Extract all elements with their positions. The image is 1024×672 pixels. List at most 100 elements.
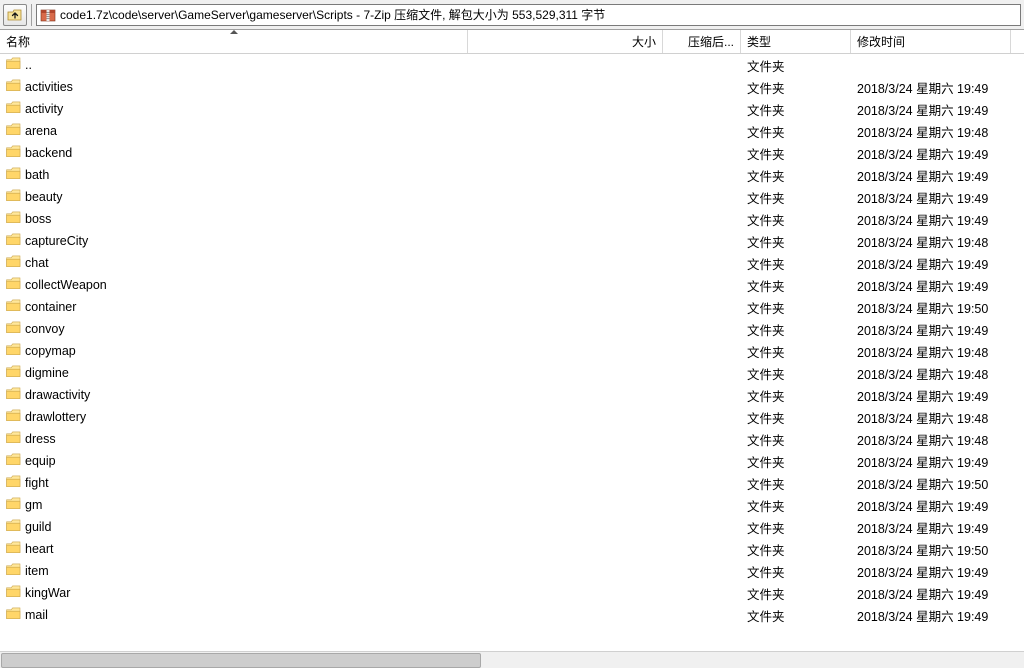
list-item[interactable]: drawlottery 文件夹2018/3/24 星期六 19:48 xyxy=(0,406,1024,428)
list-item[interactable]: backend文件夹2018/3/24 星期六 19:49 xyxy=(0,142,1024,164)
list-item[interactable]: ..文件夹 xyxy=(0,54,1024,76)
list-item[interactable]: activities 文件夹2018/3/24 星期六 19:49 xyxy=(0,76,1024,98)
cell-type: 文件夹 xyxy=(741,254,851,273)
toolbar: code1.7z\code\server\GameServer\gameserv… xyxy=(0,0,1024,30)
list-item[interactable]: equip文件夹2018/3/24 星期六 19:49 xyxy=(0,450,1024,472)
cell-type: 文件夹 xyxy=(741,298,851,317)
cell-name: item xyxy=(0,563,468,579)
file-name: equip xyxy=(25,454,56,468)
cell-type: 文件夹 xyxy=(741,342,851,361)
cell-date: 2018/3/24 星期六 19:49 xyxy=(851,188,1011,207)
file-name: beauty xyxy=(25,190,63,204)
list-item[interactable]: gm文件夹2018/3/24 星期六 19:49 xyxy=(0,494,1024,516)
cell-date: 2018/3/24 星期六 19:49 xyxy=(851,254,1011,273)
list-item[interactable]: mail文件夹2018/3/24 星期六 19:49 xyxy=(0,604,1024,626)
cell-date: 2018/3/24 星期六 19:49 xyxy=(851,100,1011,119)
horizontal-scrollbar[interactable] xyxy=(0,651,1024,668)
up-button[interactable] xyxy=(3,4,27,26)
list-item[interactable]: convoy 文件夹2018/3/24 星期六 19:49 xyxy=(0,318,1024,340)
cell-name: dress xyxy=(0,431,468,447)
list-item[interactable]: bath文件夹2018/3/24 星期六 19:49 xyxy=(0,164,1024,186)
list-item[interactable]: beauty 文件夹2018/3/24 星期六 19:49 xyxy=(0,186,1024,208)
cell-type: 文件夹 xyxy=(741,452,851,471)
folder-icon xyxy=(6,563,21,579)
cell-date: 2018/3/24 星期六 19:48 xyxy=(851,408,1011,427)
toolbar-divider xyxy=(31,4,32,26)
file-name: chat xyxy=(25,256,49,270)
cell-name: copymap xyxy=(0,343,468,359)
file-name: captureCity xyxy=(25,234,88,248)
list-item[interactable]: boss文件夹2018/3/24 星期六 19:49 xyxy=(0,208,1024,230)
cell-date: 2018/3/24 星期六 19:49 xyxy=(851,210,1011,229)
folder-icon xyxy=(6,497,21,513)
file-name: fight xyxy=(25,476,49,490)
column-header-type[interactable]: 类型 xyxy=(741,30,851,53)
file-name: copymap xyxy=(25,344,76,358)
file-name: drawactivity xyxy=(25,388,90,402)
folder-icon xyxy=(6,101,21,117)
cell-type: 文件夹 xyxy=(741,408,851,427)
file-name: item xyxy=(25,564,49,578)
list-item[interactable]: container文件夹2018/3/24 星期六 19:50 xyxy=(0,296,1024,318)
file-name: boss xyxy=(25,212,51,226)
cell-name: convoy xyxy=(0,321,468,337)
cell-date: 2018/3/24 星期六 19:48 xyxy=(851,342,1011,361)
folder-icon xyxy=(6,57,21,73)
list-item[interactable]: item文件夹2018/3/24 星期六 19:49 xyxy=(0,560,1024,582)
cell-type: 文件夹 xyxy=(741,78,851,97)
list-item[interactable]: heart文件夹2018/3/24 星期六 19:50 xyxy=(0,538,1024,560)
cell-type: 文件夹 xyxy=(741,188,851,207)
cell-name: bath xyxy=(0,167,468,183)
cell-date: 2018/3/24 星期六 19:49 xyxy=(851,584,1011,603)
list-item[interactable]: fight文件夹2018/3/24 星期六 19:50 xyxy=(0,472,1024,494)
list-item[interactable]: digmine文件夹2018/3/24 星期六 19:48 xyxy=(0,362,1024,384)
list-item[interactable]: guild文件夹2018/3/24 星期六 19:49 xyxy=(0,516,1024,538)
folder-icon xyxy=(6,365,21,381)
cell-name: container xyxy=(0,299,468,315)
list-item[interactable]: captureCity文件夹2018/3/24 星期六 19:48 xyxy=(0,230,1024,252)
list-item[interactable]: chat 文件夹2018/3/24 星期六 19:49 xyxy=(0,252,1024,274)
list-item[interactable]: collectWeapon文件夹2018/3/24 星期六 19:49 xyxy=(0,274,1024,296)
file-name: guild xyxy=(25,520,51,534)
cell-type: 文件夹 xyxy=(741,364,851,383)
cell-date: 2018/3/24 星期六 19:49 xyxy=(851,320,1011,339)
column-header-packed[interactable]: 压缩后... xyxy=(663,30,741,53)
folder-icon xyxy=(6,211,21,227)
file-name: mail xyxy=(25,608,48,622)
cell-name: activities xyxy=(0,79,468,95)
cell-date: 2018/3/24 星期六 19:49 xyxy=(851,276,1011,295)
list-item[interactable]: drawactivity文件夹2018/3/24 星期六 19:49 xyxy=(0,384,1024,406)
list-item[interactable]: activity文件夹2018/3/24 星期六 19:49 xyxy=(0,98,1024,120)
list-item[interactable]: dress文件夹2018/3/24 星期六 19:48 xyxy=(0,428,1024,450)
list-item[interactable]: copymap 文件夹2018/3/24 星期六 19:48 xyxy=(0,340,1024,362)
column-header-size[interactable]: 大小 xyxy=(468,30,663,53)
list-item[interactable]: kingWar文件夹2018/3/24 星期六 19:49 xyxy=(0,582,1024,604)
cell-name: activity xyxy=(0,101,468,117)
cell-type: 文件夹 xyxy=(741,320,851,339)
file-name: digmine xyxy=(25,366,69,380)
folder-icon xyxy=(6,233,21,249)
cell-name: drawlottery xyxy=(0,409,468,425)
address-bar[interactable]: code1.7z\code\server\GameServer\gameserv… xyxy=(36,4,1021,26)
folder-icon xyxy=(6,409,21,425)
list-item[interactable]: arena文件夹2018/3/24 星期六 19:48 xyxy=(0,120,1024,142)
folder-icon xyxy=(6,277,21,293)
cell-date: 2018/3/24 星期六 19:49 xyxy=(851,144,1011,163)
cell-date: 2018/3/24 星期六 19:49 xyxy=(851,562,1011,581)
column-header-date[interactable]: 修改时间 xyxy=(851,30,1011,53)
file-name: backend xyxy=(25,146,72,160)
column-header-name[interactable]: 名称 xyxy=(0,30,468,53)
cell-type: 文件夹 xyxy=(741,540,851,559)
scrollbar-thumb[interactable] xyxy=(1,653,481,668)
folder-icon xyxy=(6,145,21,161)
cell-name: drawactivity xyxy=(0,387,468,403)
cell-type: 文件夹 xyxy=(741,518,851,537)
cell-type: 文件夹 xyxy=(741,474,851,493)
file-list[interactable]: ..文件夹activities文件夹2018/3/24 星期六 19:49act… xyxy=(0,54,1024,651)
path-text: code1.7z\code\server\GameServer\gameserv… xyxy=(60,6,605,23)
cell-date: 2018/3/24 星期六 19:49 xyxy=(851,606,1011,625)
cell-name: boss xyxy=(0,211,468,227)
cell-date: 2018/3/24 星期六 19:49 xyxy=(851,78,1011,97)
cell-name: digmine xyxy=(0,365,468,381)
folder-icon xyxy=(6,585,21,601)
